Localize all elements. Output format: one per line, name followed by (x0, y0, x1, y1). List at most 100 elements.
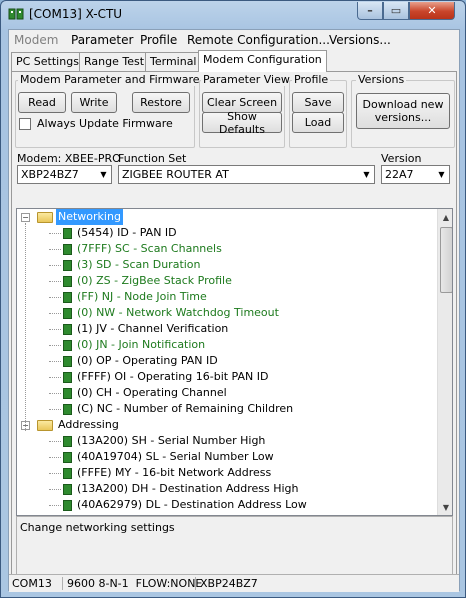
function-set-label: Function Set (118, 152, 187, 165)
description-text: Change networking settings (20, 521, 175, 534)
menu-versions[interactable]: Versions... (329, 33, 391, 47)
function-set-select-value: ZIGBEE ROUTER AT (122, 168, 229, 181)
tree-parameter-item[interactable]: (0) ZS - ZigBee Stack Profile (77, 273, 232, 289)
tree-parameter-item[interactable]: (13A200) DH - Destination Address High (77, 481, 299, 497)
parameter-icon (63, 308, 72, 319)
menu-remote-configuration[interactable]: Remote Configuration... (187, 33, 330, 47)
tab-pc-settings[interactable]: PC Settings (11, 52, 84, 71)
tree-connector (49, 345, 61, 346)
vertical-scrollbar[interactable]: ▲ ▼ (437, 209, 452, 515)
scroll-up-icon[interactable]: ▲ (438, 209, 452, 225)
tree-parameter-item[interactable]: (C) NC - Number of Remaining Children (77, 401, 293, 417)
group-parameter-firmware (15, 80, 195, 148)
status-settings: 9600 8-N-1 FLOW:NONE (67, 577, 203, 590)
tree-parameter-item[interactable]: (3) SD - Scan Duration (77, 257, 201, 273)
tree-parameter-item[interactable]: (40A62979) DL - Destination Address Low (77, 497, 307, 513)
tree-connector (49, 473, 61, 474)
close-button[interactable]: ✕ (409, 2, 455, 20)
parameter-icon (63, 356, 72, 367)
parameter-tree[interactable]: − Networking (5454) ID - PAN ID (7FFF) SC -… (16, 208, 453, 516)
minimize-button[interactable]: – (357, 2, 383, 20)
download-versions-button[interactable]: Download new versions... (356, 93, 450, 129)
tree-connector (49, 489, 61, 490)
menu-modem[interactable]: Modem (14, 33, 58, 47)
parameter-icon (63, 340, 72, 351)
tab-modem-configuration[interactable]: Modem Configuration (198, 50, 327, 72)
tree-guide-line (25, 223, 26, 431)
version-select-value: 22A7 (385, 168, 414, 181)
show-defaults-button[interactable]: Show Defaults (202, 110, 282, 136)
tree-parameter-item[interactable]: (FF) NJ - Node Join Time (77, 289, 207, 305)
description-panel: Change networking settings (16, 516, 453, 580)
scroll-down-icon[interactable]: ▼ (438, 499, 452, 515)
status-divider (195, 577, 196, 590)
window-title: [COM13] X-CTU (29, 7, 123, 21)
chevron-down-icon[interactable]: ▼ (434, 166, 449, 183)
load-profile-button[interactable]: Load (292, 112, 344, 133)
tree-parameter-item[interactable]: (40A19704) SL - Serial Number Low (77, 449, 274, 465)
tab-range-test[interactable]: Range Test (79, 52, 150, 71)
tree-parameter-item[interactable]: (FFFF) OI - Operating 16-bit PAN ID (77, 369, 268, 385)
menu-parameter[interactable]: Parameter (71, 33, 133, 47)
tree-parameter-item[interactable]: (0) NW - Network Watchdog Timeout (77, 305, 279, 321)
tree-parameter-item[interactable]: (13A200) SH - Serial Number High (77, 433, 265, 449)
chevron-down-icon[interactable]: ▼ (96, 166, 111, 183)
status-modem: XBP24BZ7 (200, 577, 258, 590)
menu-bar: Modem Parameter Profile Remote Configura… (9, 30, 459, 50)
tree-folder-networking[interactable]: Networking (56, 209, 123, 225)
tree-parameter-item[interactable]: (0) JN - Join Notification (77, 337, 205, 353)
parameter-icon (63, 388, 72, 399)
parameter-icon (63, 228, 72, 239)
tree-connector (49, 313, 61, 314)
function-set-select[interactable]: ZIGBEE ROUTER AT (118, 165, 375, 184)
parameter-icon (63, 244, 72, 255)
collapse-networking-icon[interactable]: − (21, 213, 30, 222)
read-button[interactable]: Read (18, 92, 66, 113)
tree-connector (49, 441, 61, 442)
tree-parameter-item[interactable]: (5454) ID - PAN ID (77, 225, 177, 241)
tree-parameter-item[interactable]: (1) JV - Channel Verification (77, 321, 228, 337)
restore-button[interactable]: Restore (132, 92, 190, 113)
tree-connector (49, 505, 61, 506)
chevron-down-icon[interactable]: ▼ (359, 166, 374, 183)
group-profile-label: Profile (292, 73, 331, 86)
parameter-icon (63, 372, 72, 383)
tree-connector (49, 329, 61, 330)
tree-rows: − Networking (5454) ID - PAN ID (7FFF) SC -… (17, 209, 437, 515)
tree-connector (49, 457, 61, 458)
tree-connector (49, 281, 61, 282)
parameter-icon (63, 292, 72, 303)
xctu-app-icon (8, 8, 24, 20)
client-area: Modem Parameter Profile Remote Configura… (8, 29, 460, 592)
folder-icon (37, 212, 53, 223)
title-bar[interactable]: [COM13] X-CTU – ▭ ✕ (1, 1, 466, 27)
tree-connector (49, 265, 61, 266)
menu-profile[interactable]: Profile (140, 33, 177, 47)
always-update-label: Always Update Firmware (37, 117, 173, 130)
tree-connector (49, 361, 61, 362)
maximize-button[interactable]: ▭ (383, 2, 409, 20)
modem-label: Modem: XBEE-PRO (17, 152, 121, 165)
tree-parameter-item[interactable]: (0) OP - Operating PAN ID (77, 353, 218, 369)
tab-terminal[interactable]: Terminal (145, 52, 202, 71)
write-button[interactable]: Write (71, 92, 117, 113)
status-port: COM13 (12, 577, 52, 590)
scroll-thumb[interactable] (440, 227, 452, 293)
parameter-icon (63, 276, 72, 287)
parameter-icon (63, 260, 72, 271)
tree-connector (49, 409, 61, 410)
always-update-checkbox[interactable] (19, 118, 31, 130)
tree-connector (49, 393, 61, 394)
save-profile-button[interactable]: Save (292, 92, 344, 113)
tree-parameter-item[interactable]: (7FFF) SC - Scan Channels (77, 241, 222, 257)
tree-folder-addressing[interactable]: Addressing (56, 417, 121, 433)
parameter-icon (63, 500, 72, 511)
status-divider (62, 577, 63, 590)
parameter-icon (63, 452, 72, 463)
tree-parameter-item[interactable]: (FFFE) MY - 16-bit Network Address (77, 465, 271, 481)
parameter-icon (63, 436, 72, 447)
parameter-icon (63, 324, 72, 335)
application-window: [COM13] X-CTU – ▭ ✕ Modem Parameter Prof… (0, 0, 466, 598)
tree-parameter-item[interactable]: (0) CH - Operating Channel (77, 385, 227, 401)
tree-connector (49, 233, 61, 234)
